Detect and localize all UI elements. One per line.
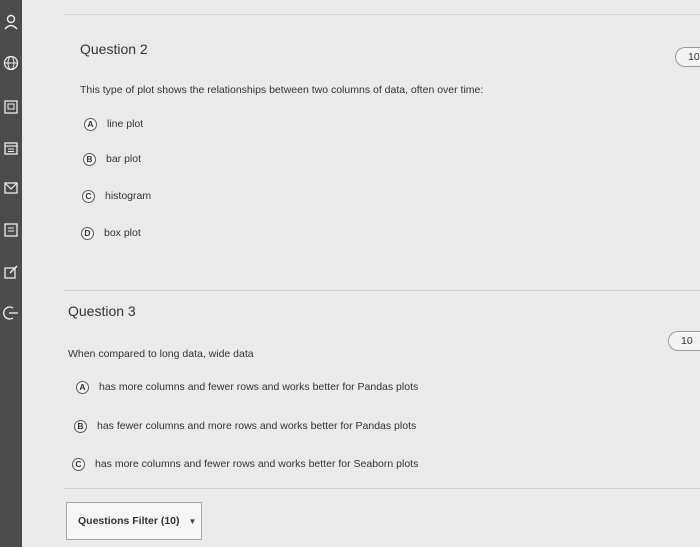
top-divider	[64, 14, 700, 15]
answer-option-d[interactable]: D box plot	[81, 225, 141, 241]
footer-divider	[64, 488, 700, 489]
question-divider	[64, 290, 700, 291]
answer-option-b[interactable]: B has fewer columns and more rows and wo…	[74, 418, 416, 434]
answer-option-b[interactable]: B bar plot	[83, 151, 141, 167]
option-letter: D	[81, 226, 94, 240]
questions-filter-label: Questions Filter (10)	[78, 515, 180, 527]
option-letter: A	[76, 380, 89, 394]
option-text: histogram	[105, 190, 152, 202]
option-letter: C	[72, 457, 85, 471]
option-text: line plot	[107, 118, 144, 130]
calendar-icon[interactable]	[3, 140, 19, 156]
inbox-icon[interactable]	[3, 180, 19, 196]
option-text: bar plot	[106, 153, 142, 165]
logout-icon[interactable]	[3, 305, 19, 321]
book-icon[interactable]	[3, 99, 19, 115]
caret-down-icon: ▼	[188, 516, 197, 526]
questions-filter-button[interactable]: Questions Filter (10) ▼	[66, 502, 202, 540]
option-text: has more columns and fewer rows and work…	[95, 458, 419, 470]
question-prompt: When compared to long data, wide data	[68, 348, 254, 360]
option-text: has fewer columns and more rows and work…	[97, 420, 417, 432]
option-text: has more columns and fewer rows and work…	[99, 381, 419, 393]
answer-option-a[interactable]: A line plot	[84, 116, 143, 132]
globe-icon[interactable]	[3, 55, 19, 71]
answer-option-a[interactable]: A has more columns and fewer rows and wo…	[76, 379, 418, 395]
option-letter: A	[84, 117, 97, 131]
question-prompt: This type of plot shows the relationship…	[80, 84, 484, 96]
global-nav-sidebar	[0, 0, 22, 547]
question-title: Question 2	[80, 41, 148, 57]
courses-icon[interactable]	[3, 222, 19, 238]
answer-option-c[interactable]: C histogram	[82, 188, 151, 204]
question-title: Question 3	[68, 303, 136, 319]
points-badge: 10	[668, 331, 700, 351]
edit-icon[interactable]	[3, 264, 19, 280]
user-icon[interactable]	[3, 14, 19, 30]
answer-option-c[interactable]: C has more columns and fewer rows and wo…	[72, 456, 418, 472]
option-letter: B	[74, 419, 87, 433]
option-letter: B	[83, 152, 96, 166]
option-text: box plot	[104, 227, 141, 239]
points-badge: 10	[675, 47, 700, 67]
option-letter: C	[82, 189, 95, 203]
